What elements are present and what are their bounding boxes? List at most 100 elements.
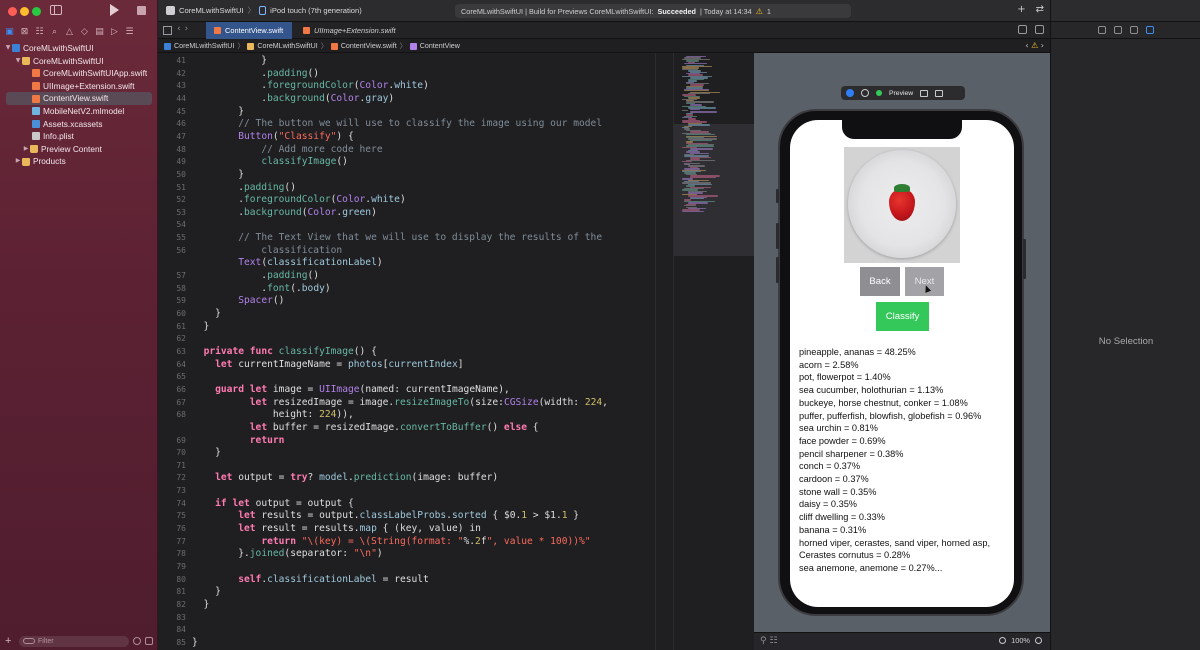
breadcrumb-item[interactable]: CoreMLwithSwiftUI [257,42,317,50]
back-button[interactable]: Back [860,267,900,296]
code-line[interactable]: // The button we will use to classify th… [192,118,602,131]
chevron-right-icon[interactable]: ▶ [14,155,22,168]
code-line[interactable]: let currentImageName = photos[currentInd… [192,359,463,372]
pin-preview-icon[interactable]: ⚲ ☷ [760,636,778,646]
code-line[interactable]: .foregroundColor(Color.white) [192,80,429,93]
code-line[interactable]: let resizedImage = image.resizeImageTo(s… [192,397,608,410]
tree-item-project[interactable]: ▼ CoreMLwithSwiftUI [0,42,158,55]
test-navigator-icon[interactable]: ◇ [80,27,89,37]
related-items-icon[interactable] [163,26,172,35]
scm-filter-icon[interactable] [145,637,153,645]
breakpoint-navigator-icon[interactable]: ▷ [110,27,119,37]
zoom-in-icon[interactable] [1035,637,1042,644]
chevron-right-icon[interactable]: ▶ [22,143,30,156]
code-line[interactable]: } [192,308,221,321]
tree-item-products[interactable]: ▶ Products [0,155,158,168]
debug-navigator-icon[interactable]: ▤ [95,27,104,37]
breadcrumb-item[interactable]: ContentView [420,42,460,50]
editor-options-icon[interactable] [1018,25,1027,34]
live-preview-icon[interactable] [846,89,854,97]
code-line[interactable]: .foregroundColor(Color.white) [192,194,406,207]
code-line[interactable]: return "\(key) = \(String(format: "%.2f"… [192,536,590,549]
split-editor-icon[interactable] [1035,25,1044,34]
code-line[interactable]: let buffer = resizedImage.convertToBuffe… [192,422,539,435]
source-control-icon[interactable]: ⊠ [20,27,29,37]
code-line[interactable]: classifyImage() [192,156,348,169]
tree-item-preview-content[interactable]: ▶ Preview Content [0,143,158,156]
code-line[interactable]: } [192,55,267,68]
minimap[interactable] [673,53,754,650]
code-line[interactable]: height: 224)), [192,409,354,422]
device-settings-icon[interactable] [920,89,929,97]
minimize-window-button[interactable] [20,7,29,16]
code-line[interactable]: if let output = output { [192,498,354,511]
chevron-down-icon[interactable]: ▼ [4,42,12,55]
run-button[interactable] [110,4,119,16]
code-line[interactable]: } [192,321,210,334]
scheme-selector[interactable]: CoreMLwithSwiftUI 〉 iPod touch (7th gene… [166,5,362,16]
tab-contentview[interactable]: ContentView.swift [206,22,292,39]
add-file-icon[interactable]: + [5,635,15,647]
history-arrows-icon[interactable]: ‹› [177,24,192,34]
tab-uiimage-extension[interactable]: UIImage+Extension.swift [295,22,435,39]
code-line[interactable]: Button("Classify") { [192,131,354,144]
code-line[interactable]: Spacer() [192,295,284,308]
code-line[interactable]: } [192,106,244,119]
tree-item-group[interactable]: ▼ CoreMLwithSwiftUI [0,55,158,68]
code-line[interactable]: } [192,447,221,460]
file-inspector-icon[interactable] [1098,26,1106,34]
breadcrumb-item[interactable]: CoreMLwithSwiftUI [174,42,234,50]
code-line[interactable]: .padding() [192,270,319,283]
report-navigator-icon[interactable]: ☰ [125,27,134,37]
attributes-inspector-icon[interactable] [1146,26,1154,34]
code-line[interactable]: let results = output.classLabelProbs.sor… [192,510,579,523]
code-line[interactable]: .font(.body) [192,283,330,296]
code-line[interactable]: .padding() [192,182,296,195]
code-line[interactable]: private func classifyImage() { [192,346,377,359]
tree-item-app-file[interactable]: CoreMLwithSwiftUIApp.swift [0,67,158,80]
filter-input[interactable]: Filter [19,635,129,647]
stop-button[interactable] [137,6,146,15]
code-line[interactable]: let output = try? model.prediction(image… [192,472,498,485]
find-navigator-icon[interactable]: ⌕ [50,27,59,37]
add-library-icon[interactable]: + [1017,4,1025,15]
warning-icon[interactable]: ⚠ [756,7,763,16]
code-line[interactable]: self.classificationLabel = result [192,574,429,587]
code-line[interactable]: // Add more code here [192,144,382,157]
tree-item-mlmodel[interactable]: MobileNetV2.mlmodel [0,105,158,118]
code-line[interactable]: let result = results.map { (key, value) … [192,523,481,536]
code-line[interactable]: Text(classificationLabel) [192,257,382,270]
code-line[interactable]: } [192,637,198,650]
code-line[interactable]: .background(Color.green) [192,207,377,220]
zoom-out-icon[interactable] [999,637,1007,644]
history-inspector-icon[interactable] [1114,26,1122,34]
zoom-level[interactable]: 100% [1011,636,1030,645]
selectable-mode-icon[interactable] [861,89,869,97]
tree-item-plist[interactable]: Info.plist [0,130,158,143]
code-line[interactable]: .padding() [192,68,319,81]
code-line[interactable]: } [192,586,221,599]
code-line[interactable]: } [192,599,210,612]
close-window-button[interactable] [8,7,17,16]
recent-files-icon[interactable] [133,637,141,645]
source-editor[interactable]: } .padding() .foregroundColor(Color.whit… [192,53,656,650]
code-line[interactable]: return [192,435,285,448]
project-navigator-icon[interactable]: ▣ [5,27,14,37]
warning-icon[interactable]: ⚠ [1031,41,1038,50]
code-line[interactable]: }.joined(separator: "\n") [192,548,382,561]
issue-navigation[interactable]: ‹ ⚠ › [1025,41,1044,50]
code-line[interactable]: .background(Color.gray) [192,93,394,106]
code-line[interactable]: // The Text View that we will use to dis… [192,232,602,245]
duplicate-preview-icon[interactable] [935,89,944,97]
breadcrumb-item[interactable]: ContentView.swift [341,42,397,50]
zoom-window-button[interactable] [32,7,41,16]
editor-scroll-region[interactable] [655,53,673,650]
chevron-down-icon[interactable]: ▼ [14,55,22,68]
code-line[interactable]: classification [192,245,342,258]
symbol-navigator-icon[interactable]: ☷ [35,27,44,37]
code-review-icon[interactable]: ⇄ [1036,4,1044,15]
code-line[interactable]: guard let image = UIImage(named: current… [192,384,510,397]
issue-navigator-icon[interactable]: △ [65,27,74,37]
tree-item-contentview-file[interactable]: ContentView.swift [6,92,152,105]
tree-item-assets[interactable]: Assets.xcassets [0,118,158,131]
